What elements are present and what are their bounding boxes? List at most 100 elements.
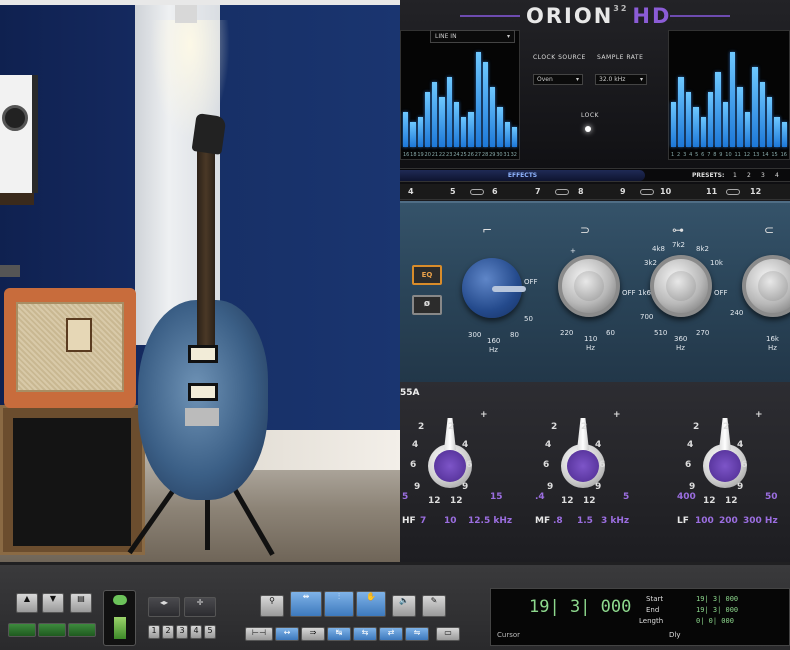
chevron-down-icon: ▾ <box>639 76 643 83</box>
end-value: 19| 3| 000 <box>696 606 739 614</box>
high-shelf-frequency-knob[interactable] <box>742 255 790 317</box>
grid-number-5[interactable]: 5 <box>204 625 216 639</box>
selector-tool-icon[interactable]: ⫶ <box>324 591 354 617</box>
gain-scale-label: 6 <box>410 460 417 470</box>
meter-tick-label: 5 <box>695 152 699 158</box>
keyboard-icon[interactable]: ▤ <box>70 593 92 613</box>
edit-mode-button[interactable]: ⊢⊣ <box>245 627 273 641</box>
speaker-icon[interactable]: 🔈 <box>392 595 416 617</box>
meter-tick-label: 12 <box>743 152 751 158</box>
wooden-cabinet <box>0 405 145 555</box>
preset-button-2[interactable]: 2 <box>747 172 751 179</box>
edit-mode-button[interactable]: ⇋ <box>405 627 429 641</box>
grid-number-4[interactable]: 4 <box>190 625 202 639</box>
channel-number: 5 <box>450 187 456 196</box>
pencil-icon[interactable]: ✎ <box>422 595 446 617</box>
link-icon[interactable] <box>726 189 740 195</box>
tab-bar: EFFECTS PRESETS: 1 2 3 4 <box>400 168 790 182</box>
grabber-tool-icon[interactable]: ✋ <box>356 591 386 617</box>
meter-tick-label: 31 <box>503 152 510 158</box>
gain-scale-label: 4 <box>595 440 602 450</box>
band-frequency-option[interactable]: 10 <box>444 516 457 526</box>
knob-label: 300 <box>468 331 482 339</box>
knob-ring <box>709 450 741 482</box>
eq-toggle-button[interactable]: EQ <box>412 265 442 285</box>
cabinet-opening <box>13 418 131 546</box>
edit-mode-button[interactable]: ▭ <box>436 627 460 641</box>
band-frequency-option[interactable]: 300 Hz <box>743 516 778 526</box>
zoom-in-button[interactable]: ✛ <box>184 597 216 617</box>
header-ornament-right <box>670 15 730 17</box>
highpass-filter-knob[interactable] <box>462 258 526 318</box>
meter-tick-label: 30 <box>496 152 503 158</box>
gain-scale-label: 4 <box>737 440 744 450</box>
master-volume-meter[interactable] <box>103 590 136 646</box>
edit-mode-button[interactable]: ⇆ <box>353 627 377 641</box>
edit-mode-button[interactable]: ↹ <box>327 627 351 641</box>
tab-effects[interactable]: EFFECTS <box>400 170 645 181</box>
meter-bar <box>511 127 517 147</box>
mode-button[interactable] <box>8 623 36 637</box>
ceiling-lamp <box>175 5 197 23</box>
grid-number-2[interactable]: 2 <box>162 625 174 639</box>
mode-button[interactable] <box>68 623 96 637</box>
zoom-tool-icon[interactable]: ⚲ <box>260 595 284 617</box>
meter-bar <box>468 112 474 147</box>
freq-range-label: 15 <box>490 492 503 502</box>
link-icon[interactable] <box>470 189 484 195</box>
channel-number: 11 <box>706 187 718 196</box>
knob-label: OFF <box>714 289 728 297</box>
gain-scale-label: 9 <box>414 482 421 492</box>
low-shelf-frequency-knob[interactable] <box>558 255 620 317</box>
nav-down-button[interactable]: ▼ <box>42 593 64 613</box>
meter-fill <box>114 617 126 639</box>
knob-label: 220 <box>560 329 574 337</box>
band-frequency-option[interactable]: 12.5 kHz <box>468 516 512 526</box>
start-value: 19| 3| 000 <box>696 595 739 603</box>
main-counter[interactable]: 19| 3| 000 Cursor Start End Length 19| 3… <box>490 588 790 646</box>
knob-label: 10k <box>710 259 723 267</box>
mode-button[interactable] <box>38 623 66 637</box>
bell-shape-icon: ⊶ <box>672 223 684 237</box>
sample-rate-select[interactable]: 32.0 kHz ▾ <box>595 74 647 85</box>
orion-plugin-window: ORION32 HD 16 18 19 20 21 22 23 24 25 26 27 28 29 30 31… <box>400 0 790 562</box>
nav-up-button[interactable]: ▲ <box>16 593 38 613</box>
freq-range-label: .4 <box>535 492 545 502</box>
knob-pointer <box>492 286 526 292</box>
band-frequency-option[interactable]: 3 kHz <box>601 516 629 526</box>
meter-tick-label: 1 <box>671 152 675 158</box>
meter-tick-label: 15 <box>771 152 778 158</box>
gain-scale-label: 12 <box>583 496 596 506</box>
preset-button-1[interactable]: 1 <box>733 172 737 179</box>
grid-number-1[interactable]: 1 <box>148 625 160 639</box>
zoom-out-button[interactable]: ◂▸ <box>148 597 180 617</box>
low-shelf-shape-icon: ⊃ <box>580 223 591 237</box>
edit-mode-button[interactable]: ⇄ <box>379 627 403 641</box>
band-frequency-option[interactable]: 1.5 <box>577 516 593 526</box>
counter-mode-label: Cursor <box>497 631 521 639</box>
delay-label: Dly <box>669 631 681 639</box>
trim-tool-icon[interactable]: ⇹ <box>290 591 322 617</box>
freq-range-label: 5 <box>402 492 409 502</box>
gain-scale-label: 12 <box>561 496 574 506</box>
mid-frequency-knob[interactable] <box>650 255 712 317</box>
knob-label: OFF <box>524 278 538 286</box>
edit-mode-button[interactable]: ⇒ <box>301 627 325 641</box>
band-frequency-option[interactable]: 7 <box>420 516 426 526</box>
clock-source-select[interactable]: Oven ▾ <box>533 74 583 85</box>
band-frequency-option[interactable]: 100 <box>695 516 714 526</box>
clock-source-label: CLOCK SOURCE <box>533 54 586 61</box>
grid-number-3[interactable]: 3 <box>176 625 188 639</box>
band-frequency-option[interactable]: .8 <box>553 516 563 526</box>
gain-scale-label: 2 <box>448 422 455 432</box>
preset-button-3[interactable]: 3 <box>761 172 765 179</box>
phase-invert-button[interactable]: ø <box>412 295 442 315</box>
preset-button-4[interactable]: 4 <box>775 172 779 179</box>
band-frequency-option[interactable]: 200 <box>719 516 738 526</box>
meter-tick-label: 9 <box>719 152 723 158</box>
input-select[interactable]: LINE IN ▾ <box>430 30 515 43</box>
link-icon[interactable] <box>555 189 569 195</box>
meter-bar <box>475 52 481 147</box>
edit-mode-button[interactable]: ↔ <box>275 627 299 641</box>
link-icon[interactable] <box>640 189 654 195</box>
